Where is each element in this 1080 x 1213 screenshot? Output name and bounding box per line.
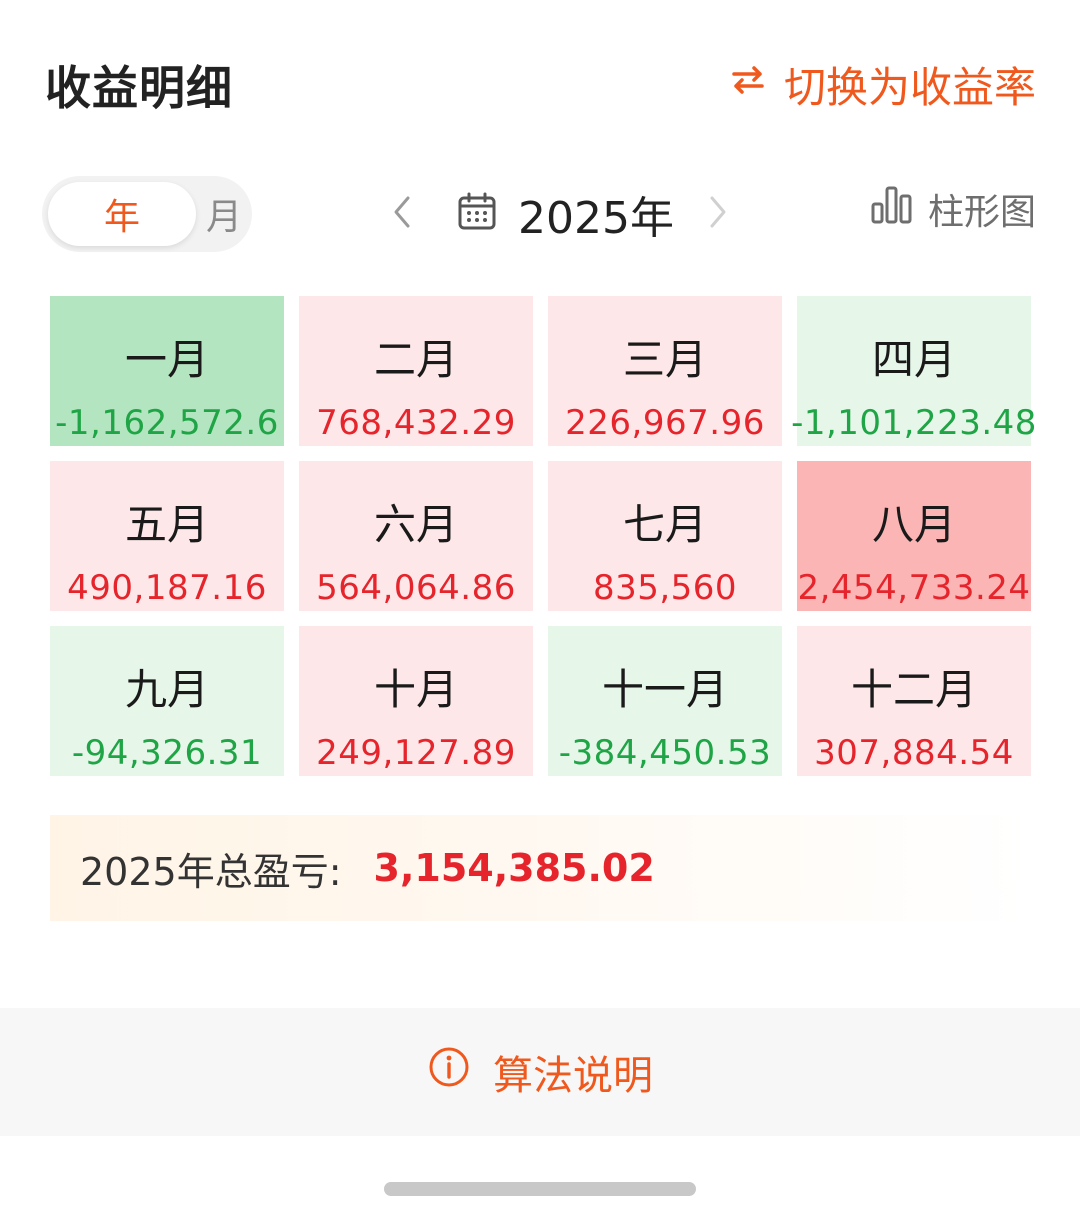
total-label: 2025年总盈亏: [80, 849, 342, 894]
page-title: 收益明细 [45, 61, 233, 115]
month-name: 五月 [124, 500, 209, 549]
month-value: 307,884.54 [814, 733, 1014, 773]
segment-year[interactable]: 年 [48, 182, 196, 246]
prev-year-button[interactable] [382, 190, 422, 238]
month-cell[interactable]: 四月 -1,101,223.48 [791, 296, 1036, 446]
month-value: 768,432.29 [316, 403, 516, 443]
month-cell[interactable]: 十二月 307,884.54 [797, 626, 1031, 776]
bar-chart-label: 柱形图 [927, 191, 1036, 233]
month-value: -1,101,223.48 [791, 403, 1037, 443]
month-cell[interactable]: 十月 249,127.89 [299, 626, 533, 776]
month-name: 一月 [124, 335, 209, 384]
month-name: 六月 [373, 500, 458, 549]
month-value: 564,064.86 [316, 568, 516, 608]
month-value: 226,967.96 [565, 403, 765, 443]
segment-month[interactable]: 月 [196, 182, 252, 246]
swap-arrows-icon [728, 60, 768, 110]
info-icon [427, 1045, 471, 1099]
bar-chart-toggle[interactable]: 柱形图 [870, 182, 1036, 235]
monthly-grid: 一月 -1,162,572.6 二月 768,432.29 三月 226,967.96… [50, 296, 1036, 776]
month-value: 249,127.89 [316, 733, 516, 773]
algorithm-explanation-button[interactable]: 算法说明 [0, 1008, 1080, 1136]
next-year-button[interactable] [698, 190, 738, 238]
month-cell[interactable]: 三月 226,967.96 [548, 296, 782, 446]
period-segmented-control: 年 月 [42, 176, 252, 252]
month-value: -94,326.31 [71, 733, 263, 773]
month-cell[interactable]: 七月 835,560 [548, 461, 782, 611]
month-name: 九月 [124, 665, 209, 714]
month-value: -1,162,572.6 [55, 403, 279, 443]
home-indicator[interactable] [384, 1182, 696, 1196]
month-cell[interactable]: 十一月 -384,450.53 [548, 626, 782, 776]
month-name: 十月 [373, 665, 458, 714]
month-name: 三月 [622, 335, 707, 384]
chevron-left-icon [390, 192, 414, 236]
month-name: 二月 [373, 335, 458, 384]
month-name: 七月 [622, 500, 707, 549]
switch-to-rate-label: 切换为收益率 [783, 63, 1036, 112]
chevron-right-icon [706, 192, 730, 236]
month-cell[interactable]: 五月 490,187.16 [50, 461, 284, 611]
algorithm-explanation-label: 算法说明 [493, 1053, 653, 1099]
month-value: 2,454,733.24 [797, 568, 1031, 608]
month-name: 八月 [871, 500, 956, 549]
calendar-icon [456, 191, 498, 237]
header: 收益明细 切换为收益率 [0, 0, 1080, 160]
bar-chart-icon [870, 182, 914, 235]
month-cell[interactable]: 一月 -1,162,572.6 [50, 296, 284, 446]
month-value: 835,560 [592, 568, 738, 608]
month-cell[interactable]: 九月 -94,326.31 [50, 626, 284, 776]
total-value: 3,154,385.02 [373, 846, 655, 890]
switch-to-rate-button[interactable]: 切换为收益率 [728, 54, 1036, 115]
month-value: -384,450.53 [558, 733, 772, 773]
annual-total-banner: 2025年总盈亏: 3,154,385.02 [50, 815, 1030, 921]
month-cell[interactable]: 二月 768,432.29 [299, 296, 533, 446]
month-cell[interactable]: 六月 564,064.86 [299, 461, 533, 611]
month-value: 490,187.16 [67, 568, 267, 608]
month-name: 四月 [871, 335, 956, 384]
month-name: 十一月 [601, 665, 728, 714]
month-cell[interactable]: 八月 2,454,733.24 [797, 461, 1031, 611]
year-picker[interactable]: 2025年 [456, 182, 674, 246]
controls-bar: 年 月 2025年 柱形图 [0, 172, 1080, 256]
month-name: 十二月 [850, 665, 977, 714]
year-label: 2025年 [518, 193, 674, 244]
